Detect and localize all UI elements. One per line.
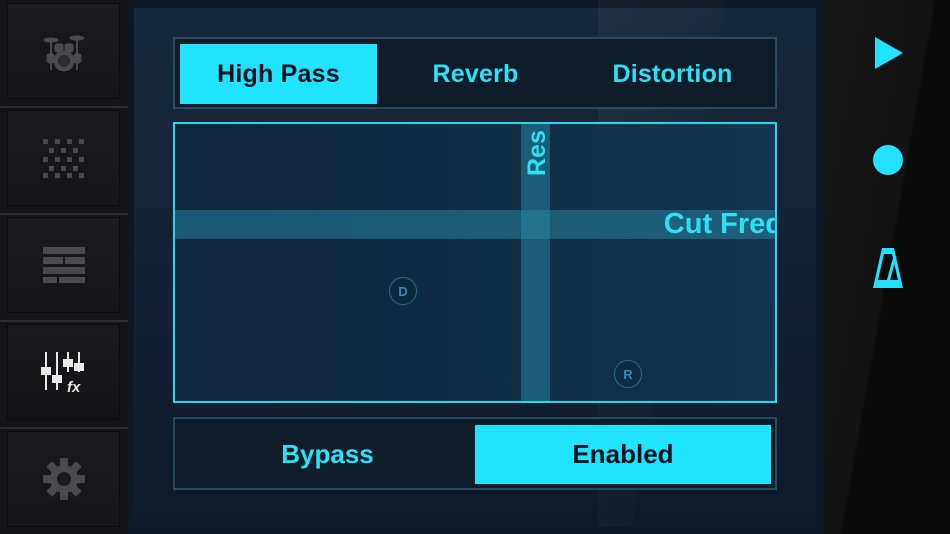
effect-selector: High Pass Reverb Distortion (173, 37, 777, 109)
metronome-icon (873, 248, 903, 288)
play-icon (875, 37, 903, 69)
sidebar-item-pattern[interactable] (7, 110, 120, 206)
sidebar-item-drum-kit[interactable] (7, 3, 120, 99)
tab-reverb[interactable]: Reverb (377, 44, 574, 104)
bypass-toggle: Bypass Enabled (173, 417, 777, 490)
bypass-button[interactable]: Bypass (180, 425, 475, 484)
pad-marker-r[interactable]: R (614, 360, 642, 388)
sidebar-item-mixer-fx[interactable]: fx (7, 324, 120, 420)
drum-kit-icon (43, 35, 84, 72)
enabled-button[interactable]: Enabled (475, 425, 771, 484)
record-icon (873, 145, 903, 175)
transport-bar (824, 0, 950, 534)
pad-marker-d[interactable]: D (389, 277, 417, 305)
sidebar-item-settings[interactable] (7, 431, 120, 527)
play-button[interactable] (862, 27, 914, 79)
xy-pad[interactable]: Res Cut Freq D R (173, 122, 777, 403)
tab-high-pass[interactable]: High Pass (180, 44, 377, 104)
pattern-grid-icon (42, 139, 84, 178)
cut-freq-label: Cut Freq (663, 208, 777, 240)
song-arranger-icon (42, 247, 85, 283)
sidebar-item-song[interactable] (7, 217, 120, 313)
res-label: Res (523, 130, 551, 176)
record-button[interactable] (862, 134, 914, 186)
svg-text:fx: fx (67, 379, 81, 394)
gear-icon (42, 458, 85, 500)
sidebar: fx (0, 0, 128, 534)
tab-distortion[interactable]: Distortion (574, 44, 771, 104)
mixer-fx-icon: fx (40, 352, 84, 394)
metronome-button[interactable] (862, 242, 914, 294)
